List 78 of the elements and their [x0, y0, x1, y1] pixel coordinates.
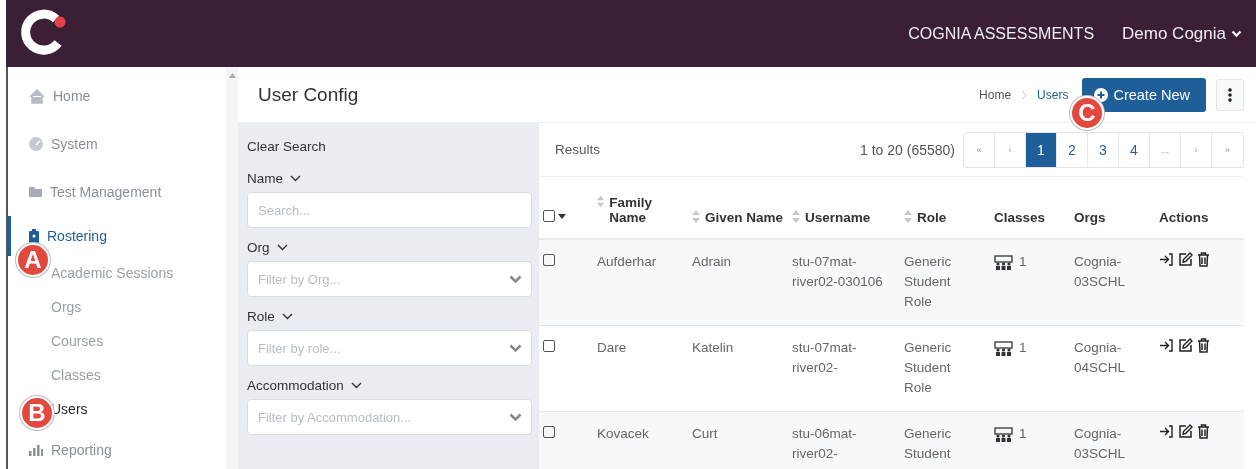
table-cell: Kovacek — [597, 426, 649, 441]
search-field[interactable]: Search... — [247, 192, 532, 228]
chevron-down-icon — [281, 313, 293, 320]
table-cell-text: 1 — [1019, 425, 1027, 443]
table-cell: stu-07mat-river02-030106 — [792, 254, 883, 289]
row-checkbox[interactable] — [543, 426, 555, 438]
filter-label[interactable]: Accommodation — [247, 372, 532, 399]
table-cell: stu-07mat-river02- — [792, 340, 857, 375]
edit-icon[interactable] — [1178, 252, 1193, 267]
table-cell: Curt — [692, 426, 718, 441]
trash-icon[interactable] — [1197, 338, 1210, 353]
table-cell: Generic Student Role — [904, 340, 952, 395]
app-name: COGNIA ASSESSMENTS — [908, 24, 1095, 43]
table-cell-text: 1 — [1019, 339, 1027, 357]
breadcrumb-link[interactable]: Home — [979, 87, 1012, 102]
chevron-down-icon — [290, 175, 301, 182]
more-button[interactable] — [1216, 78, 1244, 111]
page-button[interactable]: « — [964, 132, 995, 167]
login-icon[interactable] — [1159, 252, 1174, 267]
select-field[interactable]: Filter by Accommodation... — [247, 399, 532, 435]
edit-icon[interactable] — [1178, 424, 1193, 439]
classroom-icon — [994, 340, 1013, 356]
home-icon — [29, 88, 45, 104]
column-header[interactable]: Username — [805, 210, 871, 225]
table-cell: Dare — [597, 340, 627, 355]
column-header[interactable]: Family Name — [609, 195, 684, 225]
chevron-down-icon — [1231, 29, 1242, 38]
table-cell: Generic Student Role — [904, 254, 952, 309]
column-header[interactable]: Role — [917, 210, 947, 225]
filter-label[interactable]: Role — [247, 303, 532, 330]
results-label: Results — [555, 142, 601, 157]
trash-icon[interactable] — [1197, 424, 1210, 439]
breadcrumb-link[interactable]: Users — [1037, 87, 1069, 102]
filter-label[interactable]: Name — [247, 165, 532, 192]
folder-icon — [29, 187, 42, 197]
table-cell: Cognia-04SCHL — [1074, 340, 1126, 375]
classroom-icon — [994, 426, 1013, 442]
column-header: Classes — [994, 210, 1046, 225]
page-button[interactable]: 1 — [1026, 132, 1057, 167]
table-cell: Cognia-03SCHL — [1074, 254, 1126, 289]
table-cell: Katelin — [692, 340, 734, 355]
chevron-down-icon — [509, 413, 522, 421]
classroom-icon — [994, 254, 1013, 270]
results-count: 1 to 20 (65580) — [860, 141, 955, 158]
clipboard-icon — [29, 229, 39, 243]
trash-icon[interactable] — [1197, 252, 1210, 267]
user-menu[interactable]: Demo Cognia — [1122, 23, 1242, 44]
table-cell: Adrain — [692, 254, 732, 269]
table-cell: stu-06mat-river02- — [792, 426, 857, 461]
bar-chart-icon — [29, 444, 43, 456]
row-checkbox[interactable] — [543, 254, 555, 266]
column-header: Actions — [1159, 210, 1209, 225]
login-icon[interactable] — [1159, 338, 1174, 353]
table-cell: Aufderhar — [597, 254, 657, 269]
select-field[interactable]: Filter by role... — [247, 330, 532, 366]
chevron-down-icon — [350, 382, 362, 389]
chevron-down-icon — [509, 275, 522, 283]
table-cell-text: 1 — [1019, 253, 1027, 271]
filter-label[interactable]: Org — [247, 234, 532, 261]
gauge-icon — [29, 137, 43, 151]
chevron-right-icon — [1021, 89, 1028, 100]
table-cell: Cognia-03SCHL — [1074, 426, 1126, 461]
scroll-up-icon — [228, 73, 236, 78]
select-field[interactable]: Filter by Org... — [247, 261, 532, 297]
chevron-down-icon — [509, 344, 522, 352]
caret-down-icon — [558, 213, 566, 219]
edit-icon[interactable] — [1178, 338, 1193, 353]
column-header[interactable]: Given Name — [705, 210, 784, 225]
clear-search-link[interactable]: Clear Search — [247, 131, 326, 161]
select-all-checkbox[interactable] — [543, 210, 566, 222]
login-icon[interactable] — [1159, 424, 1174, 439]
plus-circle-icon — [1094, 87, 1109, 102]
table-cell: Generic Student — [904, 426, 952, 461]
column-header: Orgs — [1074, 210, 1106, 225]
more-vertical-icon — [1228, 87, 1232, 102]
page-title: User Config — [258, 83, 360, 106]
chevron-down-icon — [276, 244, 288, 251]
row-checkbox[interactable] — [543, 340, 555, 352]
